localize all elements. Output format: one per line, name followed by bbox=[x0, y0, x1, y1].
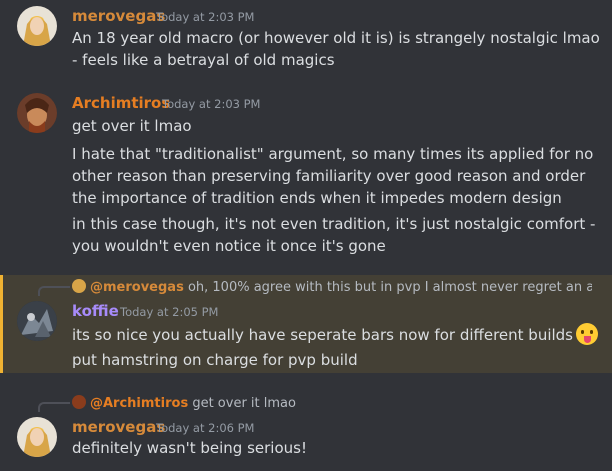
timestamp: Today at 2:05 PM bbox=[120, 305, 219, 319]
author-name[interactable]: merovegas bbox=[72, 418, 165, 436]
author-name[interactable]: Archimtiros bbox=[72, 94, 170, 112]
message-text: in this case though, it's not even tradi… bbox=[72, 215, 596, 255]
reply-avatar bbox=[72, 279, 86, 293]
author-name[interactable]: merovegas bbox=[72, 7, 165, 25]
message-text: definitely wasn't being serious! bbox=[72, 439, 307, 457]
message-text: An 18 year old macro (or however old it … bbox=[72, 29, 600, 69]
reply-mention[interactable]: @Archimtiros bbox=[90, 396, 188, 411]
stuck-out-tongue-emoji-icon[interactable] bbox=[576, 323, 598, 345]
message-text: its so nice you actually have seperate b… bbox=[72, 323, 602, 346]
message-text: I hate that "traditionalist" argument, s… bbox=[72, 145, 594, 185]
avatar[interactable] bbox=[17, 6, 57, 46]
reply-text: oh, 100% agree with this but in pvp I al… bbox=[187, 280, 592, 295]
reply-preview[interactable]: @Archimtiros get over it lmao bbox=[72, 395, 592, 411]
author-name[interactable]: koffie bbox=[72, 302, 119, 320]
avatar[interactable] bbox=[17, 93, 57, 133]
message-text-content: its so nice you actually have seperate b… bbox=[72, 326, 573, 344]
timestamp: Today at 2:03 PM bbox=[156, 10, 255, 24]
message-text: get over it lmao bbox=[72, 117, 192, 135]
reply-avatar bbox=[72, 395, 86, 409]
avatar[interactable] bbox=[17, 301, 57, 341]
reply-connector bbox=[38, 286, 70, 296]
reply-connector bbox=[38, 402, 70, 412]
message-text: the importance of tradition ends when it… bbox=[72, 189, 562, 207]
reply-text: get over it lmao bbox=[192, 396, 296, 411]
reply-preview[interactable]: @merovegas oh, 100% agree with this but … bbox=[72, 279, 592, 295]
avatar[interactable] bbox=[17, 417, 57, 457]
reply-mention[interactable]: @merovegas bbox=[90, 280, 184, 295]
message-text: put hamstring on charge for pvp build bbox=[72, 351, 358, 369]
timestamp: Today at 2:06 PM bbox=[156, 421, 255, 435]
timestamp: Today at 2:03 PM bbox=[162, 97, 261, 111]
